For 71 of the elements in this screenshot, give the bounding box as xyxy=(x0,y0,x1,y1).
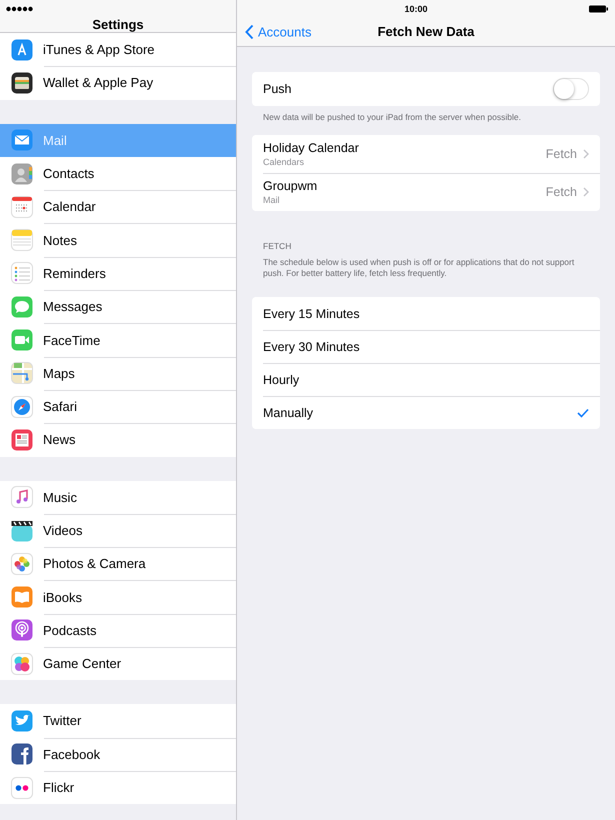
sidebar-item[interactable]: Flickr xyxy=(0,770,236,804)
push-label: Push xyxy=(263,82,292,96)
dots-icon xyxy=(11,776,33,799)
sidebar-item[interactable]: Messages xyxy=(0,290,236,324)
sidebar-item[interactable]: Facebook xyxy=(0,738,236,771)
book-icon xyxy=(11,586,33,608)
letter-a-icon xyxy=(11,38,33,61)
sidebar-item[interactable]: Photos & Camera xyxy=(0,547,236,580)
battery-icon xyxy=(589,4,609,12)
sidebar-item[interactable]: Music xyxy=(0,480,236,514)
clapperboard-icon xyxy=(11,520,33,542)
compass-icon xyxy=(11,396,33,418)
person-icon xyxy=(11,162,33,185)
schedule-option[interactable]: Hourly xyxy=(252,363,600,396)
schedule-option[interactable]: Manually xyxy=(252,396,600,429)
sidebar-item[interactable]: Videos xyxy=(0,514,236,548)
back-button[interactable]: Accounts xyxy=(245,24,312,39)
fetch-value: Fetch xyxy=(546,185,577,199)
account-name: Holiday Calendar xyxy=(263,141,360,155)
sidebar-item[interactable]: News xyxy=(0,423,236,457)
schedule-option[interactable]: Every 15 Minutes xyxy=(252,297,600,330)
option-label: Hourly xyxy=(263,372,300,386)
sidebar-item[interactable]: Reminders xyxy=(0,256,236,290)
push-toggle[interactable] xyxy=(553,78,589,100)
push-footer-text: New data will be pushed to your iPad from the server when possible. xyxy=(262,111,522,123)
envelope-icon xyxy=(11,129,33,152)
sidebar-item[interactable]: Game Center xyxy=(0,647,236,680)
account-type: Calendars xyxy=(263,157,306,167)
account-name: Groupwm xyxy=(263,179,318,193)
account-row[interactable]: Groupwm Mail Fetch xyxy=(252,173,600,211)
flower-icon xyxy=(11,552,33,575)
calendar-icon xyxy=(11,196,33,218)
checklist-icon xyxy=(11,262,33,284)
sidebar-item[interactable]: Wallet & Apple Pay xyxy=(0,66,236,100)
bird-icon xyxy=(11,710,33,732)
video-camera-icon xyxy=(11,329,33,352)
chevron-left-icon xyxy=(245,24,254,39)
fetch-description: The schedule below is used when push is off or for applications that do not support push. For better battery life, fetch less frequently. xyxy=(262,256,576,280)
option-label: Every 15 Minutes xyxy=(263,306,360,320)
fetch-value: Fetch xyxy=(546,147,577,161)
option-label: Manually xyxy=(263,406,314,420)
chevron-right-icon xyxy=(583,187,589,197)
sidebar-item[interactable]: Twitter xyxy=(0,704,236,738)
schedule-option[interactable]: Every 30 Minutes xyxy=(252,330,600,363)
sidebar-title: Settings xyxy=(92,17,144,32)
status-time: 10:00 xyxy=(404,4,428,14)
account-row[interactable]: Holiday Calendar Calendars Fetch xyxy=(252,135,600,173)
sidebar-item[interactable]: Calendar xyxy=(0,190,236,224)
account-type: Mail xyxy=(263,195,281,205)
sidebar-item[interactable]: Contacts xyxy=(0,156,236,190)
sidebar-item[interactable]: iBooks xyxy=(0,580,236,614)
wallet-icon xyxy=(11,72,33,94)
page-title: Fetch New Data xyxy=(378,24,474,39)
f-logo-icon xyxy=(11,743,33,766)
music-note-icon xyxy=(11,486,33,508)
sidebar-item[interactable]: Maps xyxy=(0,356,236,390)
sidebar-item[interactable]: FaceTime xyxy=(0,323,236,357)
sidebar-item[interactable]: Safari xyxy=(0,390,236,424)
sidebar-item[interactable]: Podcasts xyxy=(0,614,236,648)
notepad-icon xyxy=(11,229,33,252)
bubbles-icon xyxy=(11,652,33,675)
map-icon xyxy=(11,362,33,384)
signal-icon xyxy=(6,6,34,12)
sidebar-item[interactable]: iTunes & App Store xyxy=(0,33,236,66)
podcast-icon xyxy=(11,619,33,642)
sidebar-item[interactable]: Notes xyxy=(0,223,236,257)
speech-bubble-icon xyxy=(11,296,33,318)
newspaper-icon xyxy=(11,428,33,451)
chevron-right-icon xyxy=(583,149,589,159)
section-header: FETCH xyxy=(262,241,292,251)
option-label: Every 30 Minutes xyxy=(263,340,360,354)
